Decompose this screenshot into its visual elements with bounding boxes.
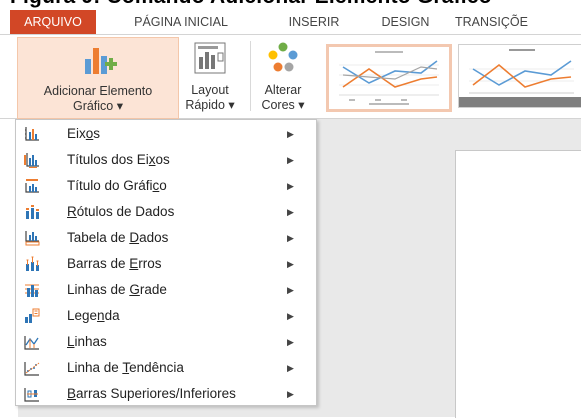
add-chart-element-line2: Gráfico ▾ bbox=[72, 99, 124, 113]
menu-item-label: Linhas bbox=[67, 334, 107, 349]
quick-layout-button[interactable]: Layout Rápido ▾ bbox=[182, 37, 238, 117]
change-colors-line2: Cores ▾ bbox=[261, 98, 305, 112]
add-chart-element-menu: Eixos ▶ Títulos dos Eixos ▶ Título do Gr… bbox=[15, 119, 317, 406]
menu-item-chart-title[interactable]: Título do Gráfico ▶ bbox=[16, 173, 316, 199]
chart-style-thumb-1[interactable] bbox=[326, 44, 452, 112]
submenu-arrow-icon: ▶ bbox=[287, 207, 294, 217]
menu-item-gridlines[interactable]: Linhas de Grade ▶ bbox=[16, 277, 316, 303]
error-bars-icon bbox=[26, 256, 39, 271]
heading-text: Figura 9: Comando Adicionar Elemento Grá… bbox=[10, 0, 492, 9]
menu-item-data-labels[interactable]: Rótulos de Dados ▶ bbox=[16, 199, 316, 225]
menu-item-label: Linha de Tendência bbox=[67, 360, 184, 375]
tab-transitions[interactable]: TRANSIÇÕE bbox=[455, 10, 581, 34]
axis-titles-icon bbox=[24, 153, 39, 168]
menu-item-data-table[interactable]: Tabela de Dados ▶ bbox=[16, 225, 316, 251]
chart-title-icon bbox=[25, 179, 39, 193]
trendline-icon bbox=[24, 362, 40, 376]
menu-item-label: Legenda bbox=[67, 308, 120, 323]
cropped-heading: Figura 9: Comando Adicionar Elemento Grá… bbox=[0, 0, 581, 10]
line-chart-preview-icon bbox=[339, 51, 439, 105]
ribbon-separator bbox=[250, 41, 251, 111]
data-labels-icon bbox=[26, 205, 39, 219]
submenu-arrow-icon: ▶ bbox=[287, 311, 294, 321]
axes-icon bbox=[25, 127, 39, 141]
submenu-arrow-icon: ▶ bbox=[287, 337, 294, 347]
change-colors-line1: Alterar bbox=[264, 83, 302, 97]
gridlines-icon bbox=[25, 284, 39, 297]
menu-item-label: Barras de Erros bbox=[67, 256, 162, 271]
menu-item-error-bars[interactable]: Barras de Erros ▶ bbox=[16, 251, 316, 277]
chart-design-ribbon: Adicionar Elemento Gráfico ▾ Layout Rápi… bbox=[0, 35, 581, 119]
quick-layout-line1: Layout bbox=[191, 83, 229, 97]
submenu-arrow-icon: ▶ bbox=[287, 285, 294, 295]
menu-item-trendline[interactable]: Linha de Tendência ▶ bbox=[16, 355, 316, 381]
legend-icon bbox=[25, 308, 40, 323]
submenu-arrow-icon: ▶ bbox=[287, 259, 294, 269]
submenu-arrow-icon: ▶ bbox=[287, 389, 294, 399]
data-table-icon bbox=[25, 231, 40, 246]
tab-file[interactable]: ARQUIVO bbox=[10, 10, 96, 34]
ribbon-tab-bar: ARQUIVO PÁGINA INICIAL INSERIR DESIGN TR… bbox=[0, 10, 581, 35]
submenu-arrow-icon: ▶ bbox=[287, 129, 294, 139]
chart-style-thumb-2[interactable] bbox=[458, 44, 581, 108]
add-chart-element-button[interactable]: Adicionar Elemento Gráfico ▾ bbox=[17, 37, 179, 119]
slide-canvas[interactable] bbox=[455, 150, 581, 418]
line-chart-preview-icon bbox=[459, 49, 581, 107]
quick-layout-icon bbox=[194, 42, 226, 74]
submenu-arrow-icon: ▶ bbox=[287, 363, 294, 373]
tab-insert[interactable]: INSERIR bbox=[275, 10, 353, 34]
menu-item-label: Tabela de Dados bbox=[67, 230, 169, 245]
menu-item-up-down-bars[interactable]: Barras Superiores/Inferiores ▶ bbox=[16, 381, 316, 407]
menu-item-label: Título do Gráfico bbox=[67, 178, 167, 193]
color-palette-icon bbox=[268, 42, 298, 72]
submenu-arrow-icon: ▶ bbox=[287, 233, 294, 243]
menu-item-label: Títulos dos Eixos bbox=[67, 152, 170, 167]
add-chart-element-line1: Adicionar Elemento bbox=[43, 84, 153, 98]
tab-design[interactable]: DESIGN bbox=[368, 10, 443, 34]
menu-item-legend[interactable]: Legenda ▶ bbox=[16, 303, 316, 329]
tab-home[interactable]: PÁGINA INICIAL bbox=[107, 10, 255, 34]
up-down-bars-icon bbox=[24, 388, 39, 402]
menu-item-label: Rótulos de Dados bbox=[67, 204, 175, 219]
submenu-arrow-icon: ▶ bbox=[287, 181, 294, 191]
change-colors-button[interactable]: Alterar Cores ▾ bbox=[255, 37, 311, 117]
menu-item-label: Eixos bbox=[67, 126, 101, 141]
menu-item-lines[interactable]: Linhas ▶ bbox=[16, 329, 316, 355]
add-chart-element-icon bbox=[85, 48, 117, 74]
menu-item-label: Linhas de Grade bbox=[67, 282, 167, 297]
submenu-arrow-icon: ▶ bbox=[287, 155, 294, 165]
menu-item-axis-titles[interactable]: Títulos dos Eixos ▶ bbox=[16, 147, 316, 173]
menu-item-label: Barras Superiores/Inferiores bbox=[67, 386, 236, 401]
quick-layout-line2: Rápido ▾ bbox=[185, 98, 235, 112]
lines-icon bbox=[24, 336, 39, 350]
menu-item-axes[interactable]: Eixos ▶ bbox=[16, 121, 316, 147]
